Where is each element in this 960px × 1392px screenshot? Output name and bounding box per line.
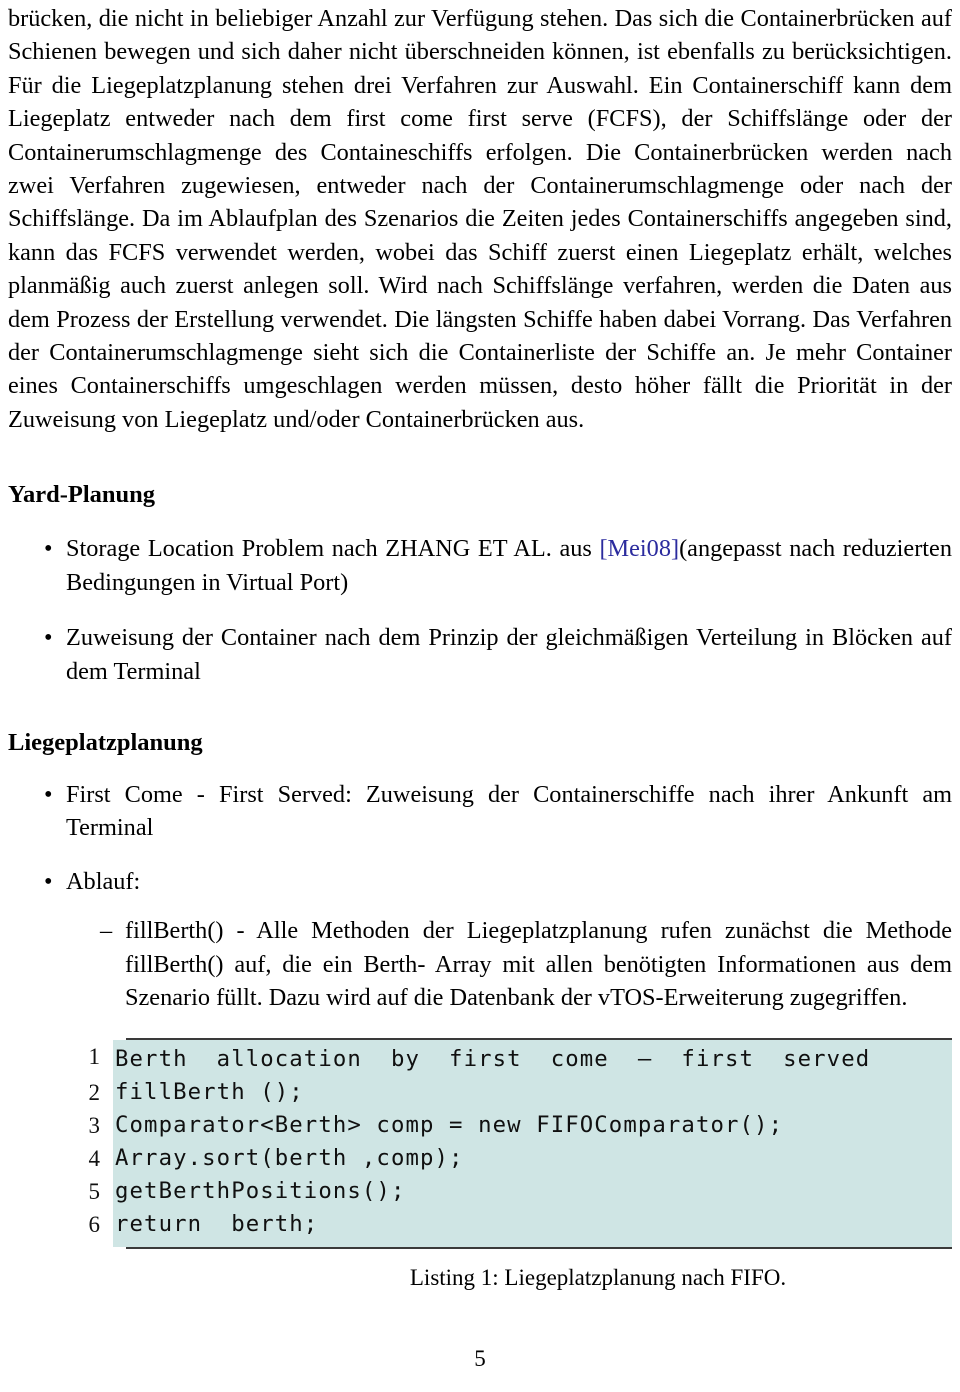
listing-caption: Listing 1: Liegeplatzplanung nach FIFO. — [409, 1265, 787, 1291]
list-item: • Zuweisung der Container nach dem Prinzi… — [8, 621, 952, 688]
page-content: brücken, die nicht in beliebiger Anzahl … — [8, 0, 952, 1293]
code-line-text: Array.sort(berth ,comp); — [113, 1142, 952, 1176]
code-line-text: Comparator<Berth> comp = new FIFOCompara… — [113, 1109, 952, 1143]
document-page: brücken, die nicht in beliebiger Anzahl … — [0, 0, 960, 1392]
list-item: • Storage Location Problem nach ZHANG ET … — [8, 532, 952, 599]
code-line-number: 6 — [88, 1212, 101, 1238]
body-paragraph: brücken, die nicht in beliebiger Anzahl … — [8, 5, 952, 433]
citation-link-mei08[interactable]: [Mei08] — [599, 535, 679, 562]
code-line-text: fillBerth (); — [113, 1076, 952, 1110]
yard-planung-list: • Storage Location Problem nach ZHANG ET … — [8, 532, 952, 688]
section-heading-liegeplatzplanung: Liegeplatzplanung — [8, 728, 203, 756]
list-item-text: Zuweisung der Container nach dem Prinzip… — [66, 624, 952, 685]
sublist-item-text: fillBerth() - Alle Methoden der Liegepla… — [125, 917, 952, 1011]
bullet-icon: • — [44, 780, 53, 808]
code-line-number: 4 — [88, 1146, 101, 1172]
code-line-number: 3 — [88, 1113, 101, 1139]
listing-bottom-rule — [126, 1247, 952, 1250]
code-line: 6 return berth; — [67, 1208, 952, 1248]
bullet-icon: • — [44, 867, 53, 895]
bullet-icon: • — [44, 624, 53, 652]
bullet-icon: • — [44, 535, 53, 563]
code-line-number: 1 — [88, 1044, 101, 1070]
code-line: 4 Array.sort(berth ,comp); — [67, 1142, 952, 1176]
list-item: • Ablauf: — [8, 865, 952, 898]
liegeplatzplanung-list: • First Come - First Served: Zuweisung de… — [8, 778, 952, 898]
code-listing: 1 Berth allocation by first come – first… — [67, 1038, 952, 1293]
code-line: 5 getBerthPositions(); — [67, 1175, 952, 1209]
code-line-number: 2 — [88, 1080, 101, 1106]
list-item-text: First Come - First Served: Zuweisung der… — [66, 780, 952, 842]
code-line-number: 5 — [88, 1179, 101, 1205]
code-line: 2 fillBerth (); — [67, 1076, 952, 1110]
code-line-text: Berth allocation by first come – first s… — [113, 1040, 952, 1077]
code-line: 1 Berth allocation by first come – first… — [67, 1040, 952, 1077]
section-heading-yard-planung: Yard-Planung — [8, 481, 156, 509]
dash-icon: – — [100, 917, 113, 945]
list-item-text-before-link: Storage Location Problem nach ZHANG ET A… — [66, 535, 600, 563]
ablauf-sublist: – fillBerth() - Alle Methoden der Liegepl… — [8, 914, 952, 1014]
list-item: • First Come - First Served: Zuweisung de… — [8, 778, 952, 845]
list-item-text: Ablauf: — [66, 867, 141, 895]
code-line: 3 Comparator<Berth> comp = new FIFOCompa… — [67, 1109, 952, 1143]
page-number: 5 — [474, 1346, 486, 1371]
code-line-text: return berth; — [113, 1208, 952, 1248]
code-lines: 1 Berth allocation by first come – first… — [67, 1040, 952, 1248]
sublist-item: – fillBerth() - Alle Methoden der Liegepl… — [67, 914, 952, 1014]
code-line-text: getBerthPositions(); — [113, 1175, 952, 1209]
